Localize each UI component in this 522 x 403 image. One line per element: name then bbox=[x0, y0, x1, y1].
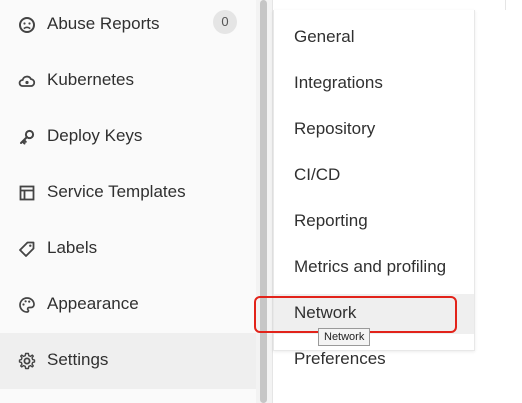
sidebar-item-appearance[interactable]: Appearance bbox=[0, 277, 256, 333]
flyout-item-label: Metrics and profiling bbox=[294, 257, 447, 276]
sidebar-item-label: Labels bbox=[47, 238, 98, 257]
palette-icon bbox=[17, 295, 37, 315]
label-tag-icon bbox=[17, 239, 37, 259]
sidebar-item-kubernetes[interactable]: Kubernetes bbox=[0, 53, 256, 109]
sidebar-item-label: Abuse Reports bbox=[47, 14, 160, 33]
sidebar-item-label: Service Templates bbox=[47, 182, 186, 201]
flyout-item-label: General bbox=[294, 27, 355, 46]
flyout-item-ci-cd[interactable]: CI/CD bbox=[274, 156, 474, 196]
flyout-item-label: Reporting bbox=[294, 211, 368, 230]
sidebar-item-deploy-keys[interactable]: Deploy Keys bbox=[0, 109, 256, 165]
kubernetes-cloud-icon bbox=[17, 71, 37, 91]
key-icon bbox=[17, 127, 37, 147]
flyout-item-label: Integrations bbox=[294, 73, 383, 92]
admin-sidebar: Abuse Reports 0 Kubernetes Deploy Keys S… bbox=[0, 0, 256, 403]
flyout-item-integrations[interactable]: Integrations bbox=[274, 64, 474, 104]
sidebar-item-service-templates[interactable]: Service Templates bbox=[0, 165, 256, 221]
flyout-item-label: Repository bbox=[294, 119, 376, 138]
scrollbar-thumb[interactable] bbox=[260, 0, 267, 403]
flyout-item-metrics-and-profiling[interactable]: Metrics and profiling bbox=[274, 248, 474, 288]
background-divider bbox=[505, 0, 506, 10]
flyout-item-general[interactable]: General bbox=[274, 18, 474, 58]
flyout-item-label: Preferences bbox=[294, 349, 386, 368]
sidebar-item-label: Deploy Keys bbox=[47, 126, 143, 145]
sidebar-item-settings[interactable]: Settings bbox=[0, 333, 256, 389]
sidebar-item-label: Settings bbox=[47, 350, 109, 369]
sidebar-item-abuse-reports[interactable]: Abuse Reports 0 bbox=[0, 0, 256, 53]
sidebar-item-labels[interactable]: Labels bbox=[0, 221, 256, 277]
count-badge: 0 bbox=[213, 10, 237, 34]
flyout-item-preferences[interactable]: Preferences bbox=[274, 340, 474, 380]
flyout-item-reporting[interactable]: Reporting bbox=[274, 202, 474, 242]
template-icon bbox=[17, 183, 37, 203]
gear-icon bbox=[17, 351, 37, 371]
flyout-item-label: CI/CD bbox=[294, 165, 341, 184]
frown-face-icon bbox=[17, 15, 37, 35]
sidebar-item-label: Appearance bbox=[47, 294, 139, 313]
tooltip: Network bbox=[318, 328, 371, 346]
sidebar-item-label: Kubernetes bbox=[47, 70, 134, 89]
flyout-item-repository[interactable]: Repository bbox=[274, 110, 474, 150]
